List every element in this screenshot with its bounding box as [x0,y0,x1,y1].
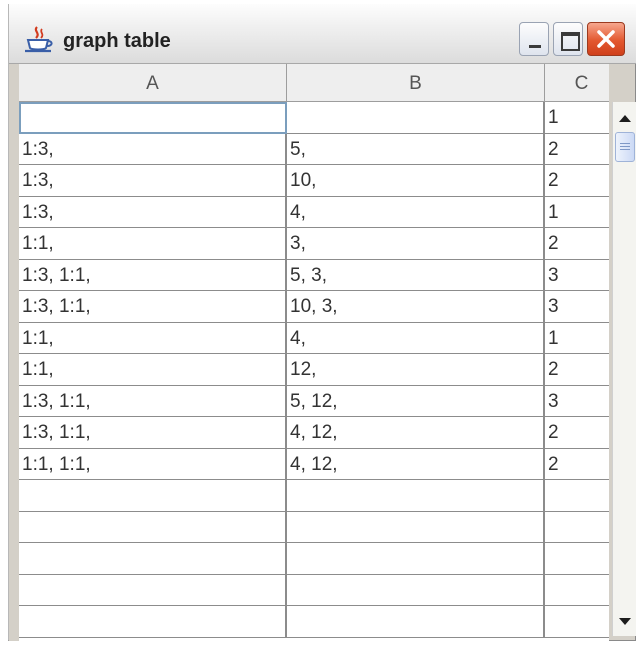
app-window: graph table A B C 1 1:3, 5, 2 1:3, 10, 2 1:3, 4,… [8,4,636,641]
table-cell-a[interactable]: 1:1, [19,354,287,386]
table-cell-b[interactable]: 5, 12, [287,385,545,417]
table-cell-c[interactable] [545,575,609,606]
table-row[interactable]: 1:3, 5, 2 [19,133,609,165]
table-cell-c[interactable] [545,480,609,512]
table-row[interactable]: 1:3, 1:1, 5, 3, 3 [19,259,609,291]
table-cell-b[interactable] [287,480,545,512]
table-cell-a[interactable] [19,606,287,638]
column-header-b[interactable]: B [287,64,545,101]
table-cell-b[interactable] [287,606,545,638]
table-cell-a[interactable] [19,543,287,575]
close-icon [597,30,615,48]
table-cell-c[interactable]: 2 [545,165,609,197]
column-header-a[interactable]: A [19,64,287,101]
table-row[interactable]: 1:1, 1:1, 4, 12, 2 [19,448,609,480]
table-cell-c[interactable] [545,606,609,638]
minimize-button[interactable] [519,22,549,56]
table-row[interactable]: 1:1, 3, 2 [19,228,609,260]
table-cell-a[interactable]: 1:3, 1:1, [19,259,287,291]
table-cell-a[interactable]: 1:3, [19,196,287,228]
table-cell-a[interactable]: 1:1, 1:1, [19,448,287,480]
table-row[interactable]: 1:1, 12, 2 [19,354,609,386]
table-cell-b[interactable]: 4, 12, [287,448,545,480]
table-cell-a[interactable] [19,574,287,606]
table-row[interactable] [19,543,609,575]
table-cell-a[interactable]: 1:3, 1:1, [19,385,287,417]
table-cell-b[interactable]: 4, [287,196,545,228]
table-cell-c[interactable]: 1 [545,102,609,134]
table-cell-a[interactable]: 1:3, [19,165,287,197]
table-cell-c[interactable]: 2 [545,228,609,260]
table-cell-a[interactable] [19,511,287,543]
table-row[interactable] [19,606,609,638]
table-cell-c[interactable]: 2 [545,417,609,449]
table-row[interactable]: 1 [19,102,609,134]
table-row[interactable] [19,511,609,543]
table-cell-c[interactable]: 2 [545,449,609,480]
column-header-c[interactable]: C [545,64,609,101]
table-cell-b[interactable] [287,574,545,606]
table-cell-a[interactable]: 1:3, 1:1, [19,417,287,449]
maximize-button[interactable] [553,22,583,56]
arrow-down-icon[interactable] [615,610,635,632]
table-row[interactable]: 1:3, 1:1, 4, 12, 2 [19,417,609,449]
table-cell-c[interactable] [545,543,609,575]
table-row[interactable]: 1:3, 4, 1 [19,196,609,228]
grip-line [620,149,630,150]
table-cell-a[interactable]: 1:3, [19,133,287,165]
table-row[interactable] [19,574,609,606]
table-row[interactable]: 1:3, 1:1, 5, 12, 3 [19,385,609,417]
table-cell-c[interactable]: 2 [545,134,609,165]
window-title: graph table [63,30,171,52]
close-button[interactable] [587,22,625,56]
table-cell-b[interactable]: 5, 3, [287,259,545,291]
table-header: A B C [19,64,609,102]
table-row[interactable]: 1:3, 10, 2 [19,165,609,197]
table-cell-b[interactable]: 12, [287,354,545,386]
table-cell-a[interactable]: 1:1, [19,322,287,354]
table-cell-c[interactable]: 2 [545,354,609,386]
table-cell-b[interactable]: 4, [287,322,545,354]
java-coffee-cup-icon [25,26,53,53]
window-border [9,64,19,641]
table-cell-a[interactable] [19,480,287,512]
table-cell-b[interactable]: 10, 3, [287,291,545,323]
arrow-up-icon[interactable] [615,108,635,130]
vertical-scrollbar[interactable] [612,102,636,636]
table-row[interactable]: 1:1, 4, 1 [19,322,609,354]
table-cell-b[interactable] [287,102,545,134]
table-row[interactable]: 1:3, 1:1, 10, 3, 3 [19,291,609,323]
table-cell-a[interactable]: 1:3, 1:1, [19,291,287,323]
table-cell-b[interactable]: 3, [287,228,545,260]
table-cell-a[interactable]: 1:1, [19,228,287,260]
table-cell-b[interactable]: 10, [287,165,545,197]
scrollbar-thumb[interactable] [615,132,635,162]
table-cell-c[interactable]: 3 [545,260,609,291]
table-cell-c[interactable]: 1 [545,323,609,354]
minimize-icon [529,45,541,48]
table-cell-b[interactable] [287,511,545,543]
table-row[interactable] [19,480,609,512]
table-cell-c[interactable]: 3 [545,386,609,417]
grip-line [620,146,630,147]
table-cell-b[interactable]: 4, 12, [287,417,545,449]
title-bar[interactable]: graph table [9,4,636,64]
maximize-icon [561,32,580,51]
table-cell-c[interactable]: 1 [545,197,609,228]
data-table: A B C 1 1:3, 5, 2 1:3, 10, 2 1:3, 4, 1 1:1, 3, 2 1:3,… [19,64,609,641]
table-cell-a-selected[interactable] [19,102,287,134]
table-cell-b[interactable]: 5, [287,133,545,165]
table-cell-c[interactable] [545,512,609,543]
table-cell-c[interactable]: 3 [545,291,609,323]
grip-line [620,143,630,144]
table-cell-b[interactable] [287,543,545,575]
